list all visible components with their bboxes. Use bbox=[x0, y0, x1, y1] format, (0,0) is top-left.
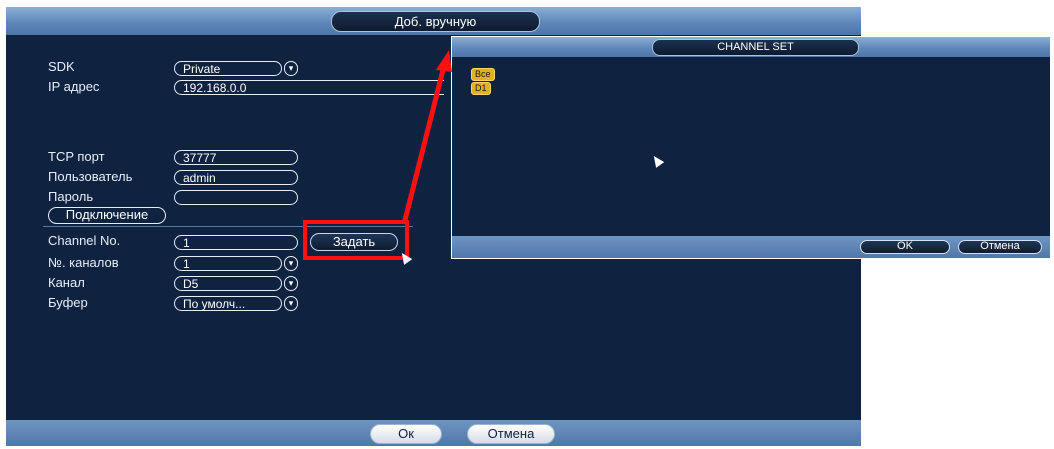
tcp-port-label: TCP порт bbox=[48, 149, 105, 164]
password-input[interactable] bbox=[174, 190, 298, 205]
sdk-label: SDK bbox=[48, 59, 75, 74]
channels-count-label: №. каналов bbox=[48, 255, 119, 270]
buffer-dropdown-icon[interactable]: ▾ bbox=[284, 296, 298, 311]
ip-label: IP адрес bbox=[48, 79, 100, 94]
dialog-footer: Ок Отмена bbox=[6, 420, 861, 446]
user-label: Пользователь bbox=[48, 169, 133, 184]
popup-cancel-button[interactable]: Отмена bbox=[958, 240, 1042, 254]
all-channels-chip[interactable]: Все bbox=[471, 68, 495, 81]
password-label: Пароль bbox=[48, 189, 94, 204]
ip-input[interactable]: 192.168.0.0 bbox=[174, 80, 444, 95]
popup-ok-button[interactable]: OK bbox=[860, 240, 950, 254]
popup-titlebar: CHANNEL SET bbox=[452, 37, 1050, 57]
connect-button[interactable]: Подключение bbox=[48, 207, 166, 224]
cancel-button[interactable]: Отмена bbox=[467, 424, 555, 444]
popup-title: CHANNEL SET bbox=[652, 39, 859, 56]
channel-no-label: Channel No. bbox=[48, 233, 121, 248]
mouse-cursor-icon bbox=[649, 153, 665, 168]
sdk-dropdown-icon[interactable]: ▾ bbox=[284, 61, 298, 76]
user-input[interactable]: admin bbox=[174, 170, 298, 185]
channel-dropdown-icon[interactable]: ▾ bbox=[284, 276, 298, 291]
channels-count-dropdown-icon[interactable]: ▾ bbox=[284, 256, 298, 271]
sdk-select[interactable]: Private bbox=[174, 61, 282, 76]
channel-no-input[interactable]: 1 bbox=[174, 235, 298, 250]
dialog-title: Доб. вручную bbox=[331, 11, 540, 32]
tcp-port-input[interactable]: 37777 bbox=[174, 150, 298, 165]
channels-count-select[interactable]: 1 bbox=[174, 256, 282, 271]
channel-label: Канал bbox=[48, 275, 85, 290]
buffer-label: Буфер bbox=[48, 295, 88, 310]
buffer-select[interactable]: По умолч... bbox=[174, 296, 282, 311]
dialog-titlebar: Доб. вручную bbox=[6, 7, 861, 35]
channel-set-popup: CHANNEL SET Все D1 OK Отмена bbox=[451, 36, 1051, 259]
set-button-highlight bbox=[303, 220, 409, 260]
channel-select[interactable]: D5 bbox=[174, 276, 282, 291]
d1-channel-chip[interactable]: D1 bbox=[471, 82, 491, 95]
ok-button[interactable]: Ок bbox=[370, 424, 442, 444]
popup-footer: OK Отмена bbox=[452, 236, 1050, 258]
